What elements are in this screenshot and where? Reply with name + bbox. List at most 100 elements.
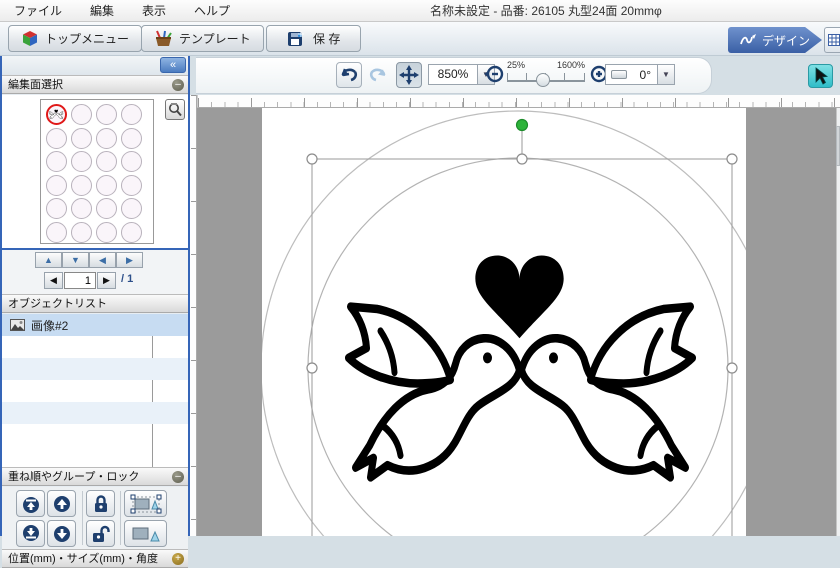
face-right-button[interactable]: ▶ xyxy=(116,252,143,268)
order-group-buttons xyxy=(2,487,188,549)
label-face[interactable] xyxy=(96,127,117,149)
tab-design-label: デザイン xyxy=(762,33,811,48)
canvas-scrollbar[interactable] xyxy=(836,108,840,536)
face-up-button[interactable]: ▲ xyxy=(35,252,62,268)
position-expand-toggle[interactable]: + xyxy=(172,553,184,565)
label-face[interactable] xyxy=(46,174,67,196)
label-face[interactable] xyxy=(96,104,117,125)
send-to-back-icon xyxy=(22,524,39,541)
unlock-button[interactable] xyxy=(86,520,115,547)
canvas-scrollbar-thumb[interactable] xyxy=(836,126,840,166)
label-face[interactable] xyxy=(46,127,67,149)
label-face[interactable] xyxy=(46,221,67,243)
order-group-collapse-toggle[interactable]: – xyxy=(172,471,184,483)
select-tool-button[interactable] xyxy=(808,64,833,88)
template-basket-icon xyxy=(156,30,172,46)
rotation-field[interactable]: 0° xyxy=(605,64,658,85)
image-icon xyxy=(10,319,25,331)
object-row-empty[interactable] xyxy=(2,380,188,402)
label-face[interactable] xyxy=(121,151,142,172)
selection-handle-top-center[interactable] xyxy=(516,153,528,165)
label-face[interactable] xyxy=(71,198,92,219)
lock-icon xyxy=(94,494,107,512)
bring-to-front-button[interactable] xyxy=(16,490,45,517)
panel-collapse-row: « xyxy=(2,56,188,75)
label-sheet-preview xyxy=(40,99,154,244)
preview-zoom-button[interactable] xyxy=(165,99,185,120)
separator xyxy=(120,491,121,545)
tab-next-partial[interactable] xyxy=(824,27,840,53)
menu-bar: ファイル 編集 表示 ヘルプ 名称未設定 - 品番: 26105 丸型24面 2… xyxy=(0,0,840,22)
down-triangle-icon: ▼ xyxy=(71,255,80,265)
label-face-selected[interactable] xyxy=(46,104,67,125)
label-face[interactable] xyxy=(121,127,142,149)
selection-handle-top-left[interactable] xyxy=(306,153,318,165)
page-prev-icon: ◀ xyxy=(50,275,57,285)
label-face[interactable] xyxy=(71,104,92,125)
rotation-handle[interactable] xyxy=(515,118,529,132)
sheet-preview-area xyxy=(2,95,188,248)
selection-handle-middle-right[interactable] xyxy=(726,362,738,374)
object-row-empty[interactable] xyxy=(2,402,188,424)
zoom-level-field[interactable]: 850% xyxy=(428,64,478,85)
order-group-header-label: 重ね順やグループ・ロック xyxy=(8,471,140,483)
zoom-slider-thumb[interactable] xyxy=(536,73,550,87)
redo-button[interactable] xyxy=(365,62,391,88)
object-label: 画像#2 xyxy=(31,318,69,333)
label-face[interactable] xyxy=(96,151,117,172)
selection-handle-middle-left[interactable] xyxy=(306,362,318,374)
label-face[interactable] xyxy=(96,221,117,243)
design-canvas[interactable] xyxy=(190,95,840,536)
send-to-back-button[interactable] xyxy=(16,520,45,547)
lock-button[interactable] xyxy=(86,490,115,517)
face-down-button[interactable]: ▼ xyxy=(62,252,89,268)
label-face[interactable] xyxy=(71,174,92,196)
order-group-header: 重ね順やグループ・ロック – xyxy=(2,467,188,486)
position-size-header: 位置(mm)・サイズ(mm)・角度 + xyxy=(2,549,188,568)
label-face[interactable] xyxy=(121,198,142,219)
rotation-dropdown-button[interactable]: ▼ xyxy=(658,64,675,85)
label-face[interactable] xyxy=(71,127,92,149)
object-row-empty[interactable] xyxy=(2,336,188,358)
edit-face-collapse-toggle[interactable]: – xyxy=(172,79,184,91)
menu-view[interactable]: 表示 xyxy=(128,0,180,22)
label-face[interactable] xyxy=(46,151,67,172)
collapse-panel-button[interactable]: « xyxy=(160,57,186,73)
page-next-button[interactable]: ▶ xyxy=(97,272,116,289)
page-prev-button[interactable]: ◀ xyxy=(44,272,63,289)
label-face[interactable] xyxy=(121,221,142,243)
face-left-button[interactable]: ◀ xyxy=(89,252,116,268)
label-face[interactable] xyxy=(71,151,92,172)
face-nav-area: ▲ ▼ ◀ ▶ ◀ ▶ / 1 xyxy=(2,250,188,294)
undo-button[interactable] xyxy=(336,62,362,88)
group-button[interactable] xyxy=(124,490,167,517)
label-face[interactable] xyxy=(96,198,117,219)
menu-file[interactable]: ファイル xyxy=(0,0,76,22)
label-face[interactable] xyxy=(71,221,92,243)
label-face[interactable] xyxy=(121,174,142,196)
zoom-out-button[interactable] xyxy=(482,61,506,87)
label-face[interactable] xyxy=(121,104,142,125)
object-row-empty[interactable] xyxy=(2,358,188,380)
zoom-slider: 25% 1600% xyxy=(507,60,585,90)
object-row-image2[interactable]: 画像#2 xyxy=(2,314,188,336)
menu-edit[interactable]: 編集 xyxy=(76,0,128,22)
label-face[interactable] xyxy=(46,198,67,219)
save-button[interactable]: 保 存 xyxy=(266,25,362,52)
magnifier-icon xyxy=(169,103,182,117)
page-total-label: / 1 xyxy=(121,273,134,285)
object-row-empty[interactable] xyxy=(2,424,188,446)
fit-to-window-button[interactable] xyxy=(396,62,422,88)
send-backward-button[interactable] xyxy=(47,520,76,547)
page-number-input[interactable] xyxy=(64,272,96,289)
bring-forward-button[interactable] xyxy=(47,490,76,517)
canvas-svg xyxy=(197,108,840,536)
top-menu-button[interactable]: トップメニュー xyxy=(8,25,143,52)
selection-handle-top-right[interactable] xyxy=(726,153,738,165)
tab-design[interactable]: デザイン xyxy=(728,27,822,53)
label-face[interactable] xyxy=(96,174,117,196)
template-button[interactable]: テンプレート xyxy=(141,25,264,52)
rotation-state-icon xyxy=(611,70,627,79)
menu-help[interactable]: ヘルプ xyxy=(180,0,244,22)
ungroup-button[interactable] xyxy=(124,520,167,547)
